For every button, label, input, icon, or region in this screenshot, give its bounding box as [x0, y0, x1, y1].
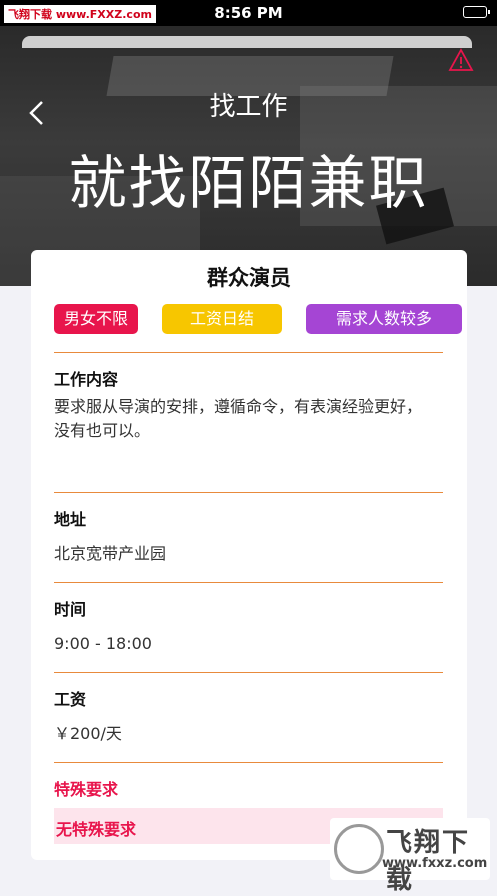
section-value-salary: ￥200/天 — [54, 724, 122, 743]
section-value-content: 要求服从导演的安排，遵循命令，有表演经验更好，没有也可以。 — [54, 397, 423, 440]
tag-gender: 男女不限 — [54, 304, 138, 334]
page-title: 找工作 — [209, 92, 288, 122]
section-value-time: 9:00 - 18:00 — [54, 634, 152, 653]
divider — [54, 672, 443, 673]
hero-banner: 找工作 就找陌陌兼职 — [0, 26, 497, 286]
section-label-time: 时间 — [54, 600, 87, 619]
hero-slogan: 就找陌陌兼职 — [68, 149, 429, 217]
section-label-salary: 工资 — [54, 690, 87, 709]
job-detail-card: 群众演员 男女不限 工资日结 需求人数较多 工作内容 要求服从导演的安排，遵循命… — [31, 250, 467, 860]
divider — [54, 492, 443, 493]
tag-headcount: 需求人数较多 — [306, 304, 462, 334]
divider — [54, 352, 443, 353]
tag-daily-pay: 工资日结 — [162, 304, 282, 334]
hero-top-bar — [22, 36, 472, 48]
special-requirements-label: 特殊要求 — [54, 780, 119, 799]
section-label-content: 工作内容 — [54, 370, 119, 389]
section-value-address: 北京宽带产业园 — [54, 544, 167, 563]
warning-triangle-icon[interactable] — [448, 48, 474, 72]
divider — [54, 582, 443, 583]
divider — [54, 762, 443, 763]
logo-mark-icon — [334, 824, 384, 874]
watermark-logo: 飞翔下载 www.fxxz.com — [330, 818, 490, 895]
logo-url: www.fxxz.com — [382, 856, 488, 871]
status-bar: 飞翔下载 www.FXXZ.com 8:56 PM — [0, 0, 497, 26]
job-title: 群众演员 — [207, 266, 291, 290]
battery-icon — [463, 6, 490, 18]
special-requirements-value: 无特殊要求 — [56, 820, 137, 839]
section-label-address: 地址 — [54, 510, 87, 529]
status-time: 8:56 PM — [214, 4, 283, 22]
